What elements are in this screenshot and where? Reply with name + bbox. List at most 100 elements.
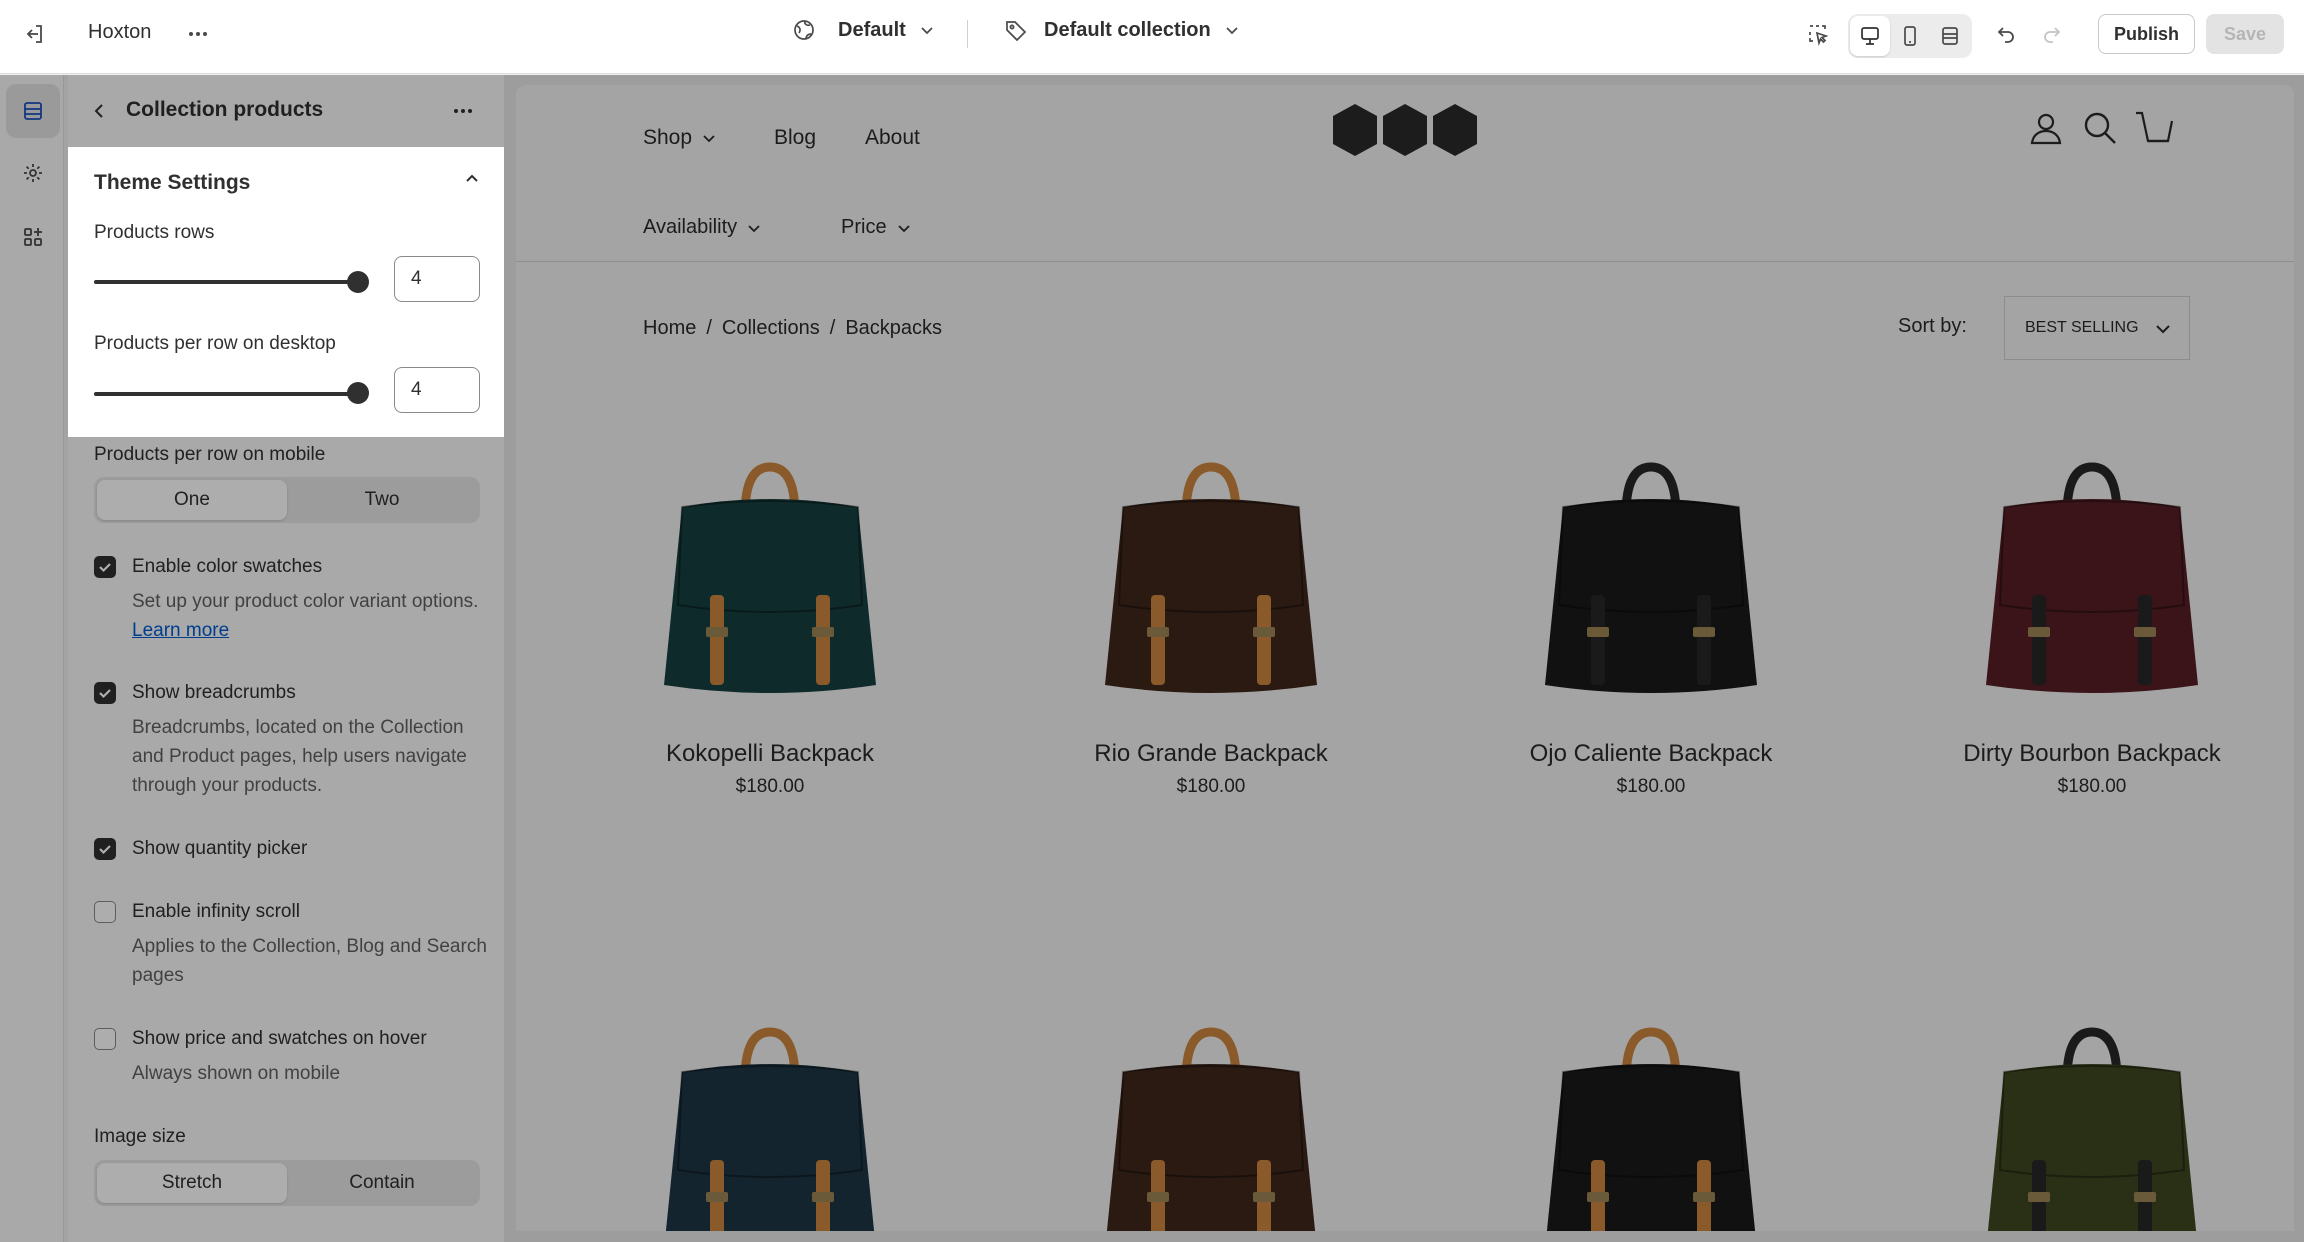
sort-select[interactable]: BEST SELLING [2004, 296, 2190, 360]
backpack-image[interactable] [580, 1020, 960, 1231]
tag-icon [1006, 21, 1027, 42]
option-contain[interactable]: Contain [287, 1163, 477, 1203]
backpack-image[interactable] [1902, 455, 2282, 695]
enable-color-swatches-label: Enable color swatches [132, 556, 323, 577]
filter-availability[interactable]: Availability [643, 216, 763, 239]
breadcrumb: Home / Collections / Backpacks [643, 317, 942, 340]
backpack-image[interactable] [1461, 455, 1841, 695]
product-name[interactable]: Kokopelli Backpack [580, 740, 960, 768]
more-icon[interactable] [178, 14, 218, 54]
learn-more-link[interactable]: Learn more [132, 620, 229, 641]
product-card[interactable] [1021, 1020, 1401, 1231]
product-card[interactable] [1902, 1020, 2282, 1231]
show-price-on-hover-row[interactable]: Show price and swatches on hover [94, 1028, 427, 1050]
product-card[interactable]: Rio Grande Backpack $180.00 [1021, 455, 1401, 798]
icon-rail [0, 75, 64, 1242]
show-quantity-picker-row[interactable]: Show quantity picker [94, 838, 307, 860]
show-quantity-picker-checkbox[interactable] [94, 838, 116, 860]
backpack-image[interactable] [1902, 1020, 2282, 1231]
redo-icon[interactable] [2032, 14, 2072, 54]
section-title: Theme Settings [94, 171, 251, 194]
desktop-view-icon[interactable] [1850, 16, 1890, 56]
template-selector[interactable]: Default collection [1004, 18, 1241, 42]
backpack-image[interactable] [1021, 455, 1401, 695]
product-card[interactable]: Dirty Bourbon Backpack $180.00 [1902, 455, 2282, 798]
sort-label: Sort by: [1898, 315, 1967, 337]
nav-shop[interactable]: Shop [643, 126, 718, 150]
nav-shop-label: Shop [643, 126, 693, 149]
theme-selector[interactable]: Default [792, 18, 936, 42]
product-name[interactable]: Dirty Bourbon Backpack [1902, 740, 2282, 768]
globe-icon [794, 20, 814, 40]
save-button[interactable]: Save [2206, 14, 2284, 54]
filter-availability-label: Availability [643, 216, 738, 238]
enable-color-swatches-row[interactable]: Enable color swatches [94, 556, 322, 578]
products-rows-input[interactable]: 4 [394, 256, 480, 302]
viewport-switcher [1848, 14, 1972, 58]
products-per-row-desktop-input[interactable]: 4 [394, 367, 480, 413]
gear-icon[interactable] [6, 146, 60, 200]
infinity-scroll-help: Applies to the Collection, Blog and Sear… [132, 936, 487, 986]
product-price: $180.00 [1176, 776, 1246, 797]
show-breadcrumbs-row[interactable]: Show breadcrumbs [94, 682, 296, 704]
checkmark-icon [99, 845, 111, 855]
more-icon[interactable] [443, 91, 483, 131]
backpack-image[interactable] [580, 455, 960, 695]
chevron-down-icon [897, 224, 910, 232]
preview-area: Shop Blog About Availability Price Home … [504, 75, 2304, 1242]
product-price: $180.00 [735, 776, 805, 797]
backpack-image[interactable] [1021, 1020, 1401, 1231]
show-price-on-hover-checkbox[interactable] [94, 1028, 116, 1050]
image-size-toggle: Stretch Contain [94, 1160, 480, 1206]
product-name[interactable]: Rio Grande Backpack [1021, 740, 1401, 768]
products-per-row-mobile-label: Products per row on mobile [94, 444, 326, 465]
enable-color-swatches-checkbox[interactable] [94, 556, 116, 578]
inspector-icon[interactable] [1798, 14, 1838, 54]
store-name: Hoxton [88, 21, 152, 43]
product-card[interactable]: Kokopelli Backpack $180.00 [580, 455, 960, 798]
back-icon[interactable] [80, 91, 120, 131]
breadcrumb-home[interactable]: Home [643, 317, 696, 340]
undo-icon[interactable] [1986, 14, 2026, 54]
store-logo[interactable] [1330, 102, 1480, 158]
option-one[interactable]: One [97, 480, 287, 520]
color-swatches-help-text: Set up your product color variant option… [132, 591, 479, 612]
products-rows-slider[interactable] [94, 280, 362, 284]
product-card[interactable] [580, 1020, 960, 1231]
chevron-down-icon [748, 224, 760, 232]
mobile-view-icon[interactable] [1890, 16, 1930, 56]
chevron-up-icon[interactable] [452, 159, 492, 199]
breadcrumb-separator: / [829, 317, 836, 339]
option-two[interactable]: Two [287, 480, 477, 520]
apps-icon[interactable] [6, 210, 60, 264]
publish-button[interactable]: Publish [2098, 14, 2195, 54]
product-name[interactable]: Ojo Caliente Backpack [1461, 740, 1841, 768]
panel-title: Collection products [126, 98, 324, 121]
breadcrumb-collections[interactable]: Collections [722, 317, 820, 340]
breadcrumb-backpacks: Backpacks [845, 317, 943, 339]
enable-infinity-scroll-row[interactable]: Enable infinity scroll [94, 901, 300, 923]
products-per-row-desktop-slider[interactable] [94, 392, 362, 396]
account-icon[interactable] [2028, 110, 2064, 151]
cart-icon[interactable] [2134, 110, 2174, 153]
product-card[interactable] [1461, 1020, 1841, 1231]
products-rows-slider-thumb[interactable] [347, 271, 369, 293]
nav-about[interactable]: About [865, 126, 920, 150]
backpack-image[interactable] [1461, 1020, 1841, 1231]
filter-price[interactable]: Price [841, 216, 913, 239]
product-price: $180.00 [1616, 776, 1686, 797]
product-card[interactable]: Ojo Caliente Backpack $180.00 [1461, 455, 1841, 798]
breadcrumbs-help: Breadcrumbs, located on the Collection a… [132, 717, 467, 796]
option-stretch[interactable]: Stretch [97, 1163, 287, 1203]
sort-value: BEST SELLING [2025, 319, 2139, 336]
sections-icon[interactable] [6, 84, 60, 138]
search-icon[interactable] [2082, 110, 2118, 151]
breadcrumb-separator: / [706, 317, 712, 339]
nav-blog[interactable]: Blog [774, 126, 816, 150]
fullwidth-view-icon[interactable] [1930, 16, 1970, 56]
products-per-row-desktop-slider-thumb[interactable] [347, 382, 369, 404]
show-breadcrumbs-checkbox[interactable] [94, 682, 116, 704]
exit-icon[interactable] [14, 14, 54, 54]
image-size-label: Image size [94, 1126, 186, 1147]
enable-infinity-scroll-checkbox[interactable] [94, 901, 116, 923]
